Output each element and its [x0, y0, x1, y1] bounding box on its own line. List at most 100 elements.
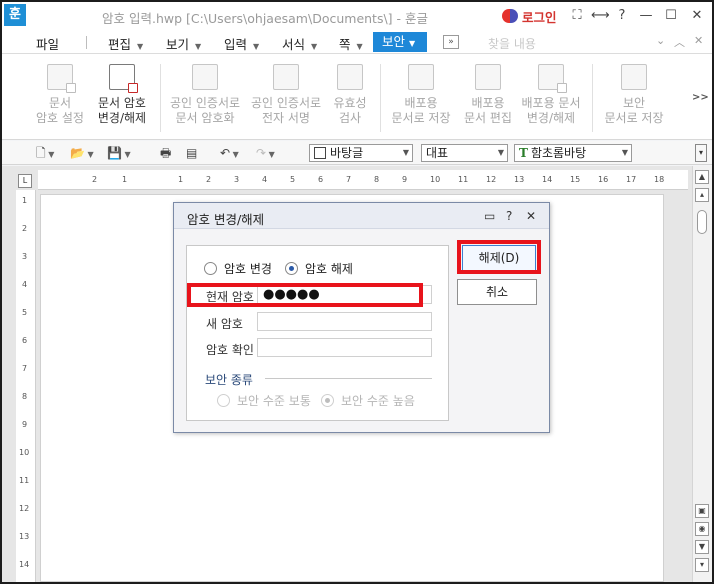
menu-insert[interactable]: 입력 ▼: [224, 34, 259, 53]
certificate-sign-button[interactable]: 공인 인증서로 전자 서명: [247, 62, 325, 126]
style-select[interactable]: 바탕글 ▼: [309, 144, 413, 162]
undo-icon[interactable]: ↶ ▼: [220, 144, 239, 162]
dialog-title-bar[interactable]: 암호 변경/해제 ▭ ? ✕: [174, 203, 549, 229]
language-value: 대표: [426, 146, 449, 160]
menu-security-label: 보안: [382, 34, 406, 49]
ribbon-label: 보안 문서로 저장: [604, 96, 664, 125]
ribbon-up-icon[interactable]: ︿: [674, 34, 685, 50]
scroll-page-next-icon[interactable]: ◉: [695, 522, 709, 536]
current-password-highlight: [187, 283, 423, 307]
font-value: 함초롬바탕: [530, 146, 587, 160]
toolbar-expand-icon[interactable]: ▾: [695, 144, 707, 162]
confirm-password-field[interactable]: [257, 338, 432, 357]
menu-expand-button[interactable]: »: [443, 35, 459, 49]
save-distribution-button[interactable]: 배포용 문서로 저장: [388, 62, 454, 126]
signature-icon: [273, 64, 299, 90]
paragraph-style-icon: [314, 147, 326, 159]
scroll-up-icon[interactable]: ▲: [695, 170, 709, 184]
ribbon-collapse-icon[interactable]: ⌄: [656, 34, 665, 47]
fullscreen-icon[interactable]: ⛶: [568, 7, 586, 25]
resize-icon[interactable]: ⟷: [591, 7, 610, 25]
menu-page[interactable]: 쪽 ▼: [339, 34, 363, 53]
ribbon-label: 문서 암호 설정: [36, 96, 84, 125]
menu-security[interactable]: 보안 ▼: [373, 32, 427, 52]
open-folder-icon[interactable]: 📂 ▼: [70, 144, 94, 162]
maximize-icon[interactable]: ☐: [662, 7, 680, 25]
save-icon[interactable]: 💾 ▼: [107, 144, 131, 162]
remove-button-highlight: [457, 240, 541, 274]
comment-icon[interactable]: ▭: [484, 209, 495, 223]
language-select[interactable]: 대표 ▼: [421, 144, 508, 162]
remove-password-label[interactable]: 암호 해제: [305, 260, 353, 277]
font-select[interactable]: T 함초롬바탕 ▼: [514, 144, 632, 162]
menu-format-label: 서식: [282, 37, 306, 52]
scroll-end-icon[interactable]: ▾: [695, 558, 709, 572]
save-security-document-button[interactable]: 보안 문서로 저장: [600, 62, 668, 126]
distribution-edit-icon: [475, 64, 501, 90]
horizontal-ruler[interactable]: 2 1 1 2 3 4 5 6 7 8 9 10 11 12 13 14 15 …: [38, 170, 688, 190]
vertical-ruler[interactable]: 1 2 3 4 5 6 7 8 9 10 11 12 13 14: [16, 190, 36, 582]
change-distribution-button[interactable]: 배포용 문서 변경/해제: [518, 62, 584, 126]
scroll-page-up-icon[interactable]: ▴: [695, 188, 709, 202]
validity-check-icon: [337, 64, 363, 90]
style-value: 바탕글: [330, 146, 364, 160]
menu-file[interactable]: 파일: [36, 34, 59, 53]
app-logo-icon[interactable]: 훈: [4, 4, 26, 26]
change-password-radio[interactable]: [204, 262, 217, 275]
cancel-button[interactable]: 취소: [457, 279, 537, 305]
ribbon-label: 공인 인증서로 문서 암호화: [169, 96, 241, 125]
security-high-radio[interactable]: [321, 394, 334, 407]
minimize-icon[interactable]: —: [637, 7, 655, 25]
validity-check-button[interactable]: 유효성 검사: [326, 62, 374, 126]
menu-view-label: 보기: [166, 37, 190, 52]
new-document-icon[interactable]: 🗋 ▼: [36, 144, 54, 162]
distribution-save-icon: [408, 64, 434, 90]
vertical-scrollbar[interactable]: ▲ ▴ ▣ ◉ ▼ ▾: [692, 166, 712, 582]
remove-password-radio[interactable]: [285, 262, 298, 275]
menu-edit[interactable]: 편집 ▼: [108, 34, 143, 53]
document-close-icon[interactable]: ✕: [694, 34, 703, 47]
preview-icon[interactable]: ▤: [186, 144, 197, 162]
help-icon[interactable]: ?: [613, 7, 631, 25]
menu-format[interactable]: 서식 ▼: [282, 34, 317, 53]
dialog-close-icon[interactable]: ✕: [526, 209, 536, 223]
dialog-help-icon[interactable]: ?: [506, 209, 512, 223]
security-normal-radio[interactable]: [217, 394, 230, 407]
redo-icon[interactable]: ↷ ▼: [256, 144, 275, 162]
menu-view[interactable]: 보기 ▼: [166, 34, 201, 53]
ribbon-more-icon[interactable]: >>: [692, 92, 709, 103]
search-input[interactable]: 찾을 내용: [488, 35, 536, 52]
scroll-page-prev-icon[interactable]: ▣: [695, 504, 709, 518]
change-password-label[interactable]: 암호 변경: [224, 260, 272, 277]
scrollbar-thumb[interactable]: [697, 210, 707, 234]
security-high-label[interactable]: 보안 수준 높음: [341, 392, 415, 409]
format-toolbar: 🗋 ▼ 📂 ▼ 💾 ▼ 🖶 ▤ ↶ ▼ ↷ ▼ 바탕글 ▼ 대표 ▼ T 함초롬바…: [2, 141, 712, 165]
close-icon[interactable]: ✕: [688, 7, 706, 25]
print-icon[interactable]: 🖶: [160, 144, 171, 162]
security-type-title: 보안 종류: [205, 373, 253, 387]
security-save-icon: [621, 64, 647, 90]
document-lock-icon: [109, 64, 138, 93]
password-change-dialog: 암호 변경/해제 ▭ ? ✕ 암호 변경 암호 해제 현재 암호 ●●●●● 새…: [173, 202, 550, 433]
new-password-label: 새 암호: [206, 317, 243, 331]
section-divider: [265, 378, 432, 379]
ribbon-label: 유효성 검사: [333, 96, 367, 125]
ruler-corner-button[interactable]: L: [18, 174, 32, 188]
distribution-lock-icon: [538, 64, 567, 93]
login-button[interactable]: 로그인: [502, 7, 557, 25]
edit-distribution-button[interactable]: 배포용 문서 편집: [458, 62, 518, 126]
new-password-field[interactable]: [257, 312, 432, 331]
confirm-password-label: 암호 확인: [206, 343, 254, 357]
menu-bar: 파일 편집 ▼ 보기 ▼ 입력 ▼ 서식 ▼ 쪽 ▼ 보안 ▼ » 찾을 내용 ⌄ ︿ ✕: [2, 30, 712, 54]
chevron-down-icon: ▼: [497, 148, 504, 157]
change-document-password-button[interactable]: 문서 암호 변경/해제: [92, 62, 152, 126]
chevron-down-icon: ▼: [311, 42, 318, 51]
set-document-password-button[interactable]: 문서 암호 설정: [32, 62, 88, 126]
certificate-encrypt-button[interactable]: 공인 인증서로 문서 암호화: [166, 62, 244, 126]
chevron-down-icon: ▼: [356, 42, 363, 51]
security-normal-label[interactable]: 보안 수준 보통: [237, 392, 311, 409]
window-title: 암호 입력.hwp [C:\Users\ohjaesam\Documents\]…: [102, 11, 429, 26]
scroll-down-icon[interactable]: ▼: [695, 540, 709, 554]
ribbon-label: 공인 인증서로 전자 서명: [250, 96, 322, 125]
ribbon-label: 문서 암호 변경/해제: [97, 96, 147, 125]
